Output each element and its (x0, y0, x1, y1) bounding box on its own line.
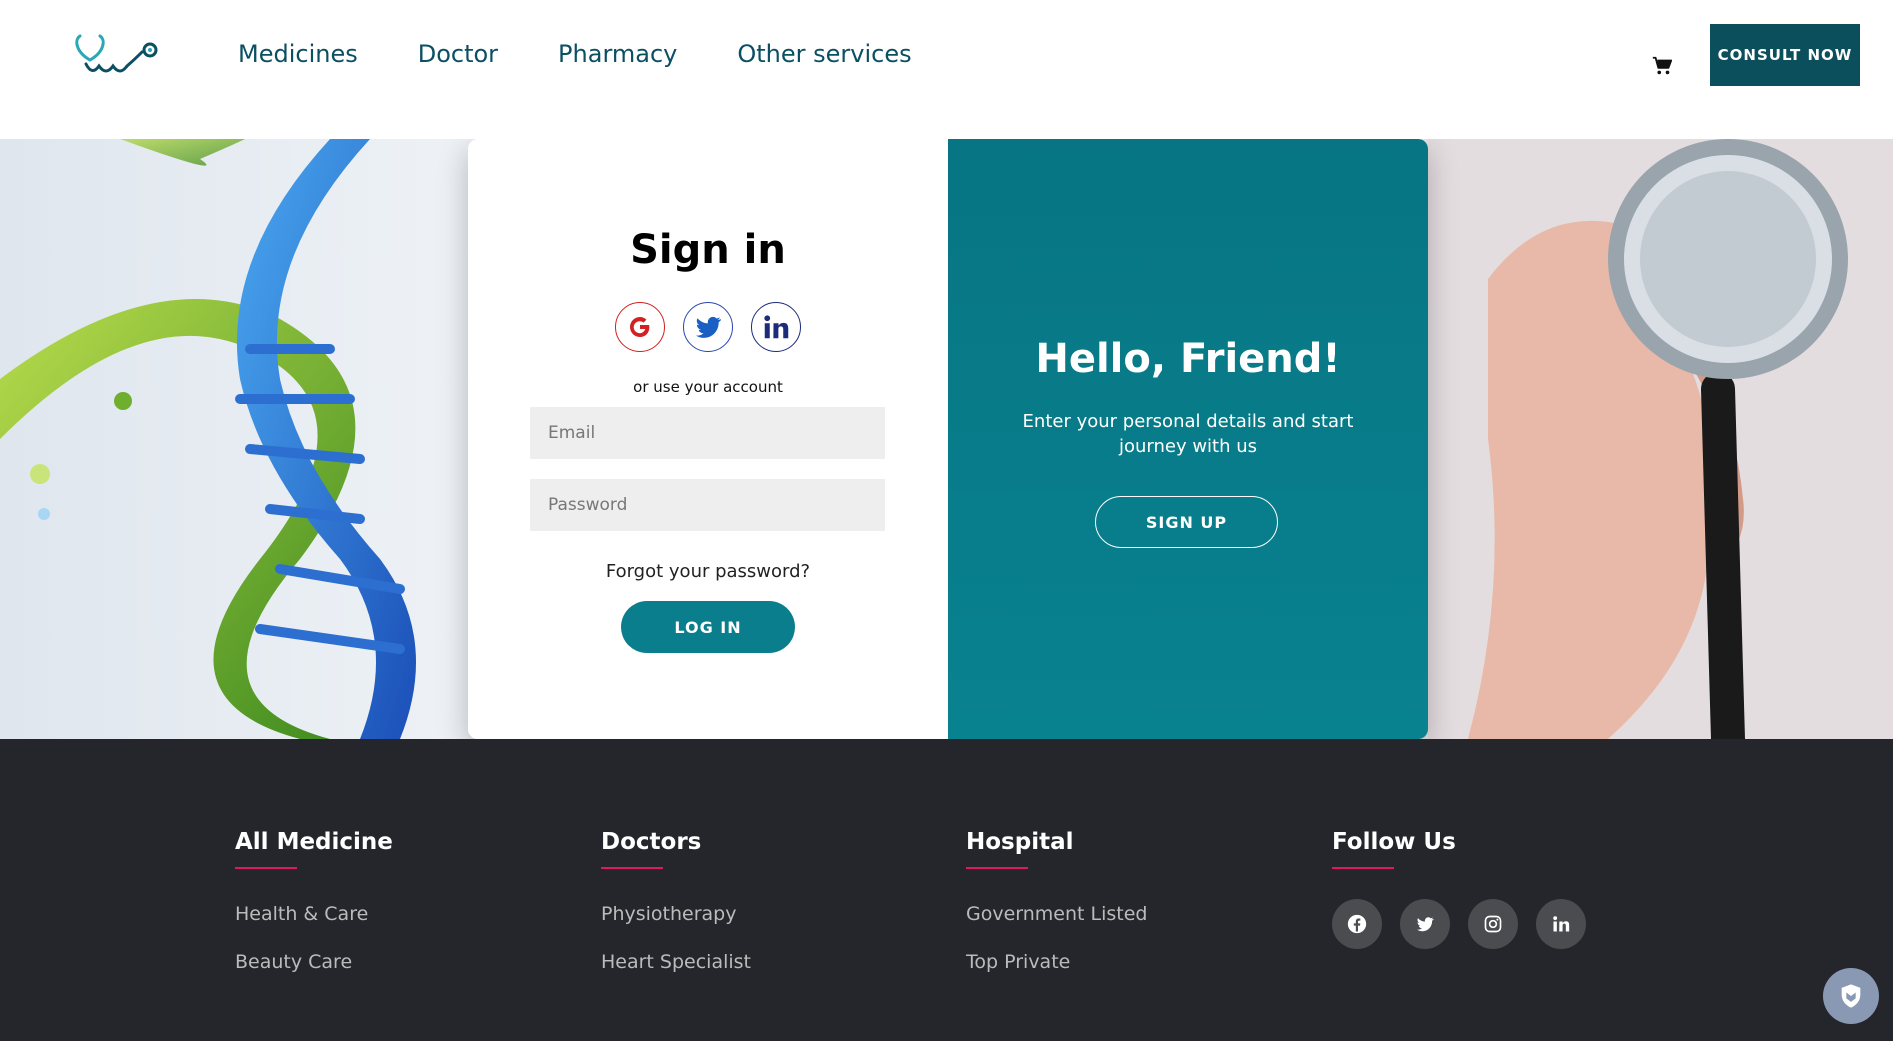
main-nav: Medicines Doctor Pharmacy Other services (238, 40, 912, 68)
footer-link-health-care[interactable]: Health & Care (235, 903, 393, 925)
nav-medicines[interactable]: Medicines (238, 40, 358, 68)
social-login-group (468, 302, 948, 352)
footer-heading: Hospital (966, 829, 1074, 855)
signin-panel: Sign in or use your account Email Forgot… (468, 139, 948, 739)
forgot-password-link[interactable]: Forgot your password? (468, 561, 948, 582)
signup-promo-panel: Hello, Friend! Enter your personal detai… (948, 139, 1428, 739)
dna-illustration (0, 139, 416, 739)
signup-button[interactable]: SIGN UP (1095, 496, 1278, 548)
instagram-follow-button[interactable] (1468, 899, 1518, 949)
twitter-follow-button[interactable] (1400, 899, 1450, 949)
signin-title: Sign in (630, 227, 786, 273)
google-login-button[interactable] (615, 302, 665, 352)
login-button[interactable]: LOG IN (621, 601, 795, 653)
site-footer: All Medicine Health & Care Beauty Care D… (0, 739, 1893, 1041)
footer-link-heart-specialist[interactable]: Heart Specialist (601, 951, 751, 973)
nav-doctor[interactable]: Doctor (418, 40, 498, 68)
alt-signin-text: or use your account (633, 378, 783, 396)
heading-underline (1332, 867, 1394, 869)
hero-section: Sign in or use your account Email Forgot… (0, 139, 1893, 739)
site-header: Medicines Doctor Pharmacy Other services… (0, 0, 1893, 139)
footer-link-government-listed[interactable]: Government Listed (966, 903, 1148, 925)
footer-heading: Doctors (601, 829, 702, 855)
twitter-login-button[interactable] (683, 302, 733, 352)
nav-pharmacy[interactable]: Pharmacy (558, 40, 677, 68)
twitter-icon (1416, 917, 1434, 932)
heading-underline (235, 867, 297, 869)
auth-card: Sign in or use your account Email Forgot… (468, 139, 1428, 739)
facebook-icon (1347, 914, 1367, 934)
doctor-hand-illustration (1428, 139, 1893, 739)
footer-heading: Follow Us (1332, 829, 1456, 855)
footer-col-all-medicine: All Medicine Health & Care Beauty Care (235, 829, 393, 973)
welcome-title: Hello, Friend! (1035, 336, 1341, 382)
consult-now-button[interactable]: CONSULT NOW (1710, 24, 1860, 86)
stethoscope-logo-icon[interactable] (72, 30, 162, 82)
footer-col-hospital: Hospital Government Listed Top Private (966, 829, 1148, 973)
facebook-follow-button[interactable] (1332, 899, 1382, 949)
heading-underline (966, 867, 1028, 869)
google-icon (630, 317, 650, 337)
shield-icon (1841, 984, 1861, 1008)
linkedin-follow-button[interactable] (1536, 899, 1586, 949)
welcome-text: Enter your personal details and start jo… (1022, 411, 1354, 457)
twitter-icon (695, 316, 722, 338)
footer-col-follow-us: Follow Us (1332, 829, 1586, 949)
password-field[interactable] (530, 479, 885, 531)
cart-icon[interactable] (1651, 55, 1673, 77)
email-field[interactable] (530, 407, 885, 459)
footer-col-doctors: Doctors Physiotherapy Heart Specialist (601, 829, 751, 973)
footer-link-beauty-care[interactable]: Beauty Care (235, 951, 393, 973)
nav-other-services[interactable]: Other services (737, 40, 911, 68)
linkedin-icon (1553, 916, 1570, 932)
footer-link-top-private[interactable]: Top Private (966, 951, 1148, 973)
floating-shield-button[interactable] (1823, 968, 1879, 1024)
heading-underline (601, 867, 663, 869)
linkedin-login-button[interactable] (751, 302, 801, 352)
footer-heading: All Medicine (235, 829, 393, 855)
instagram-icon (1484, 915, 1502, 933)
linkedin-icon (764, 315, 789, 339)
footer-link-physiotherapy[interactable]: Physiotherapy (601, 903, 751, 925)
social-follow-group (1332, 899, 1586, 949)
